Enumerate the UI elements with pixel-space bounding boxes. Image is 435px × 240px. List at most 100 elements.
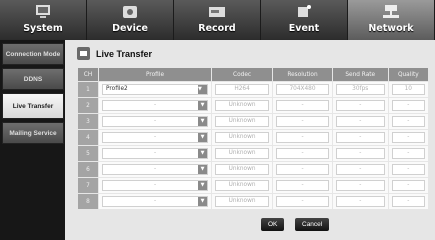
quality-value: - bbox=[391, 100, 425, 111]
send-rate-value: - bbox=[335, 164, 385, 175]
resolution-value: - bbox=[276, 116, 329, 127]
page-title: Live Transfer bbox=[96, 48, 153, 59]
chevron-down-icon: ▼ bbox=[198, 165, 207, 174]
chevron-down-icon: ▼ bbox=[198, 117, 207, 126]
profile-select[interactable]: - ▼ bbox=[102, 132, 208, 143]
table-row: 5- ▼ Unknown - - - bbox=[77, 145, 430, 162]
page-header: Live Transfer bbox=[77, 47, 152, 60]
menu-item-label: Network bbox=[368, 23, 414, 34]
channel-cell: 4 bbox=[77, 129, 99, 146]
camera-icon bbox=[123, 6, 137, 18]
send-rate-value: - bbox=[335, 116, 385, 127]
quality-value: - bbox=[391, 180, 425, 191]
profile-value: - bbox=[153, 102, 157, 108]
computer-icon bbox=[36, 5, 50, 18]
table-row: 7- ▼ Unknown - - - bbox=[77, 177, 430, 194]
profile-select[interactable]: - ▼ bbox=[102, 164, 208, 175]
table-row: 3- ▼ Unknown - - - bbox=[77, 113, 430, 130]
channel-cell: 5 bbox=[77, 145, 99, 162]
channel-cell: 2 bbox=[77, 97, 99, 114]
quality-value: - bbox=[391, 164, 425, 175]
profile-value: - bbox=[153, 166, 157, 172]
resolution-value: - bbox=[276, 180, 329, 191]
channel-cell: 8 bbox=[77, 193, 99, 210]
sidebar-item-mailing-service[interactable]: Mailing Service bbox=[2, 122, 64, 144]
codec-value: Unknown bbox=[215, 116, 270, 127]
table-row: 4- ▼ Unknown - - - bbox=[77, 129, 430, 146]
sidebar-item-live-transfer[interactable]: Live Transfer bbox=[2, 93, 64, 119]
chevron-down-icon: ▼ bbox=[198, 101, 207, 110]
quality-value: - bbox=[391, 132, 425, 143]
chevron-down-icon: ▼ bbox=[198, 181, 207, 190]
table-row: 8- ▼ Unknown - - - bbox=[77, 193, 430, 210]
quality-value: - bbox=[391, 196, 425, 207]
column-header: CH bbox=[77, 67, 99, 82]
column-header: Resolution bbox=[272, 67, 333, 82]
menu-item-label: System bbox=[23, 23, 63, 34]
column-header: Send Rate bbox=[331, 67, 389, 82]
send-rate-value: 30fps bbox=[335, 84, 385, 95]
sidebar-item-connection-mode[interactable]: Connection Mode bbox=[2, 43, 64, 65]
codec-value: Unknown bbox=[215, 132, 270, 143]
profile-value: - bbox=[153, 150, 157, 156]
codec-value: H264 bbox=[215, 84, 270, 95]
profile-select[interactable]: - ▼ bbox=[102, 180, 208, 191]
channel-cell: 1 bbox=[77, 81, 99, 98]
codec-value: Unknown bbox=[215, 148, 270, 159]
chevron-down-icon: ▼ bbox=[198, 149, 207, 158]
quality-value: - bbox=[391, 116, 425, 127]
resolution-value: - bbox=[276, 132, 329, 143]
menu-item-device[interactable]: Device bbox=[87, 0, 174, 40]
codec-value: Unknown bbox=[215, 180, 270, 191]
hdd-icon bbox=[209, 7, 225, 17]
profile-select[interactable]: - ▼ bbox=[102, 148, 208, 159]
table-row: 1 Profile2 ▼ H264 704X480 30fps 10 bbox=[77, 81, 430, 98]
menu-item-network[interactable]: Network bbox=[348, 0, 435, 40]
channel-cell: 7 bbox=[77, 177, 99, 194]
network-icon bbox=[383, 5, 399, 18]
column-header: Codec bbox=[210, 67, 274, 82]
resolution-value: - bbox=[276, 100, 329, 111]
menu-item-record[interactable]: Record bbox=[174, 0, 261, 40]
table-row: 6- ▼ Unknown - - - bbox=[77, 161, 430, 178]
column-header: Profile bbox=[98, 67, 212, 82]
send-rate-value: - bbox=[335, 132, 385, 143]
channel-cell: 3 bbox=[77, 113, 99, 130]
content-panel: Live Transfer CH Profile Codec Resolutio… bbox=[65, 40, 435, 240]
profile-select[interactable]: - ▼ bbox=[102, 100, 208, 111]
codec-value: Unknown bbox=[215, 164, 270, 175]
send-rate-value: - bbox=[335, 100, 385, 111]
menu-item-label: Record bbox=[198, 23, 236, 34]
cancel-button[interactable]: Cancel bbox=[295, 218, 330, 231]
ok-button[interactable]: OK bbox=[261, 218, 285, 231]
profile-select[interactable]: - ▼ bbox=[102, 116, 208, 127]
bell-icon bbox=[298, 5, 311, 17]
live-transfer-icon bbox=[77, 47, 90, 60]
menu-item-label: Device bbox=[112, 23, 148, 34]
sidebar: Connection Mode DDNS Live Transfer Maili… bbox=[0, 40, 65, 240]
sidebar-item-ddns[interactable]: DDNS bbox=[2, 68, 64, 90]
profile-value: - bbox=[153, 198, 157, 204]
resolution-value: - bbox=[276, 164, 329, 175]
send-rate-value: - bbox=[335, 180, 385, 191]
top-menu-bar: System Device Record Event Network bbox=[0, 0, 435, 40]
chevron-down-icon: ▼ bbox=[198, 197, 207, 206]
chevron-down-icon: ▼ bbox=[198, 133, 207, 142]
channel-cell: 6 bbox=[77, 161, 99, 178]
menu-item-event[interactable]: Event bbox=[261, 0, 348, 40]
codec-value: Unknown bbox=[215, 100, 270, 111]
resolution-value: - bbox=[276, 148, 329, 159]
profile-value: - bbox=[153, 118, 157, 124]
live-transfer-table: CH Profile Codec Resolution Send Rate Qu… bbox=[77, 67, 430, 210]
menu-item-label: Event bbox=[288, 23, 320, 34]
quality-value: - bbox=[391, 148, 425, 159]
profile-select[interactable]: Profile2 ▼ bbox=[102, 84, 208, 95]
send-rate-value: - bbox=[335, 148, 385, 159]
menu-item-system[interactable]: System bbox=[0, 0, 87, 40]
quality-value: 10 bbox=[391, 84, 425, 95]
table-row: 2- ▼ Unknown - - - bbox=[77, 97, 430, 114]
profile-select[interactable]: - ▼ bbox=[102, 196, 208, 207]
send-rate-value: - bbox=[335, 196, 385, 207]
resolution-value: 704X480 bbox=[276, 84, 329, 95]
profile-value: - bbox=[153, 182, 157, 188]
